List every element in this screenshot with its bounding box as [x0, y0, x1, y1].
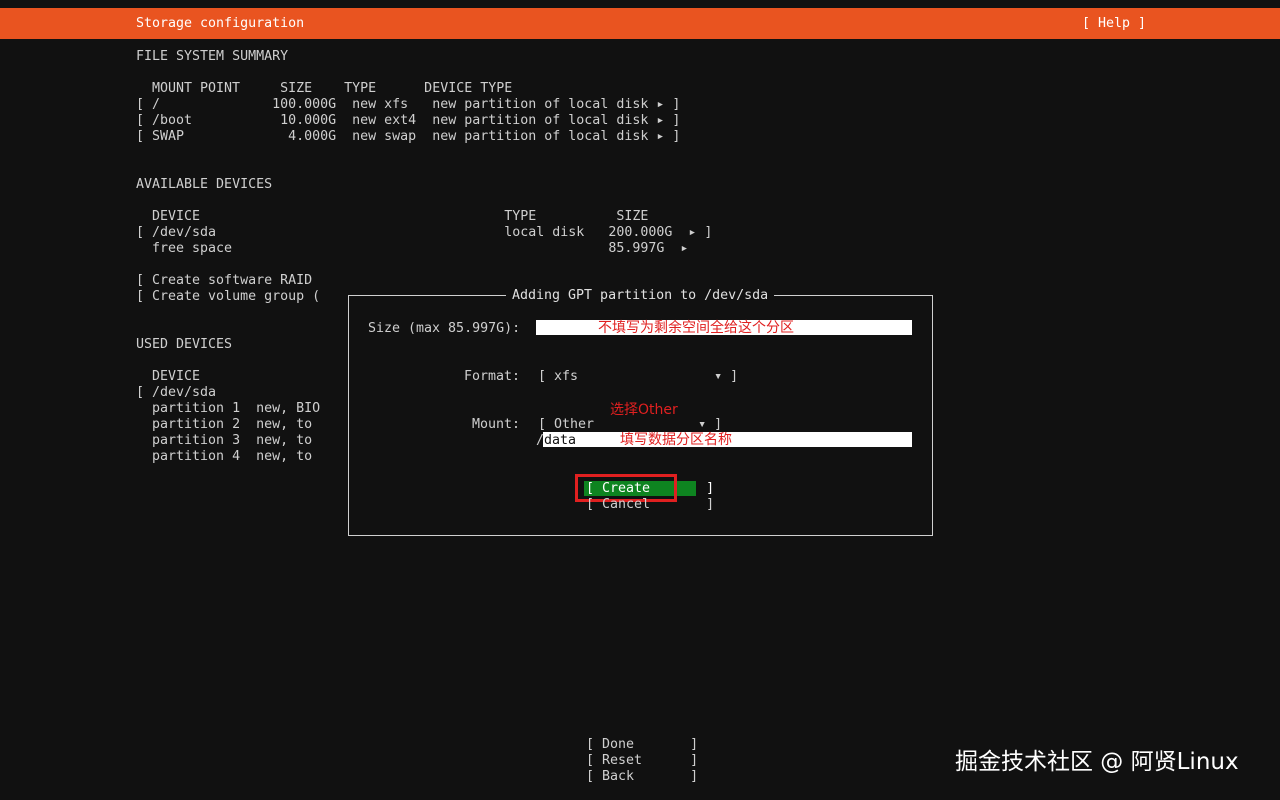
used-row-partition-4[interactable]: partition 4 new, to — [136, 449, 312, 465]
available-columns: DEVICE TYPE SIZE — [152, 209, 649, 224]
watermark: 掘金技术社区 @ 阿贤Linux — [955, 749, 1239, 775]
reset-button[interactable]: [ Reset ] — [586, 753, 698, 769]
available-row-sda[interactable]: [ /dev/sda local disk 200.000G ▸ ] — [136, 225, 712, 241]
available-row-free-space[interactable]: free space 85.997G ▸ — [136, 241, 688, 257]
size-label: Size (max 85.997G): — [368, 321, 521, 336]
mount-annotation: 选择Other — [610, 402, 678, 418]
cancel-button[interactable]: [ Cancel ] — [586, 497, 714, 513]
used-columns: DEVICE — [152, 369, 201, 384]
create-volume-group-button[interactable]: [ Create volume group ( — [136, 289, 320, 305]
used-heading: USED DEVICES — [136, 337, 233, 352]
used-row-partition-2[interactable]: partition 2 new, to — [136, 417, 312, 433]
fs-row-swap[interactable]: [ SWAP 4.000G new swap new partition of … — [136, 129, 680, 145]
format-label: Format: — [464, 369, 521, 384]
used-row-partition-3[interactable]: partition 3 new, to — [136, 433, 312, 449]
used-row-partition-1[interactable]: partition 1 new, BIO — [136, 401, 320, 417]
fs-summary-heading: FILE SYSTEM SUMMARY — [136, 49, 289, 64]
mount-path-value: data — [544, 433, 577, 448]
mount-select[interactable]: [ Other ▾ ] — [538, 417, 722, 433]
fs-summary-columns: MOUNT POINT SIZE TYPE DEVICE TYPE — [152, 81, 513, 96]
fs-row-boot[interactable]: [ /boot 10.000G new ext4 new partition o… — [136, 113, 680, 129]
create-raid-button[interactable]: [ Create software RAID — [136, 273, 312, 289]
available-heading: AVAILABLE DEVICES — [136, 177, 273, 192]
fs-row-root[interactable]: [ / 100.000G new xfs new partition of lo… — [136, 97, 680, 113]
help-button[interactable]: [ Help ] — [1082, 16, 1146, 32]
done-button[interactable]: [ Done ] — [586, 737, 698, 753]
dialog-title: Adding GPT partition to /dev/sda — [506, 288, 775, 304]
mount-label: Mount: — [472, 417, 521, 432]
header-bar: Storage configuration [ Help ] — [0, 8, 1280, 39]
size-annotation: 不填写为剩余空间全给这个分区 — [598, 320, 794, 336]
used-row-sda[interactable]: [ /dev/sda — [136, 385, 216, 401]
back-button[interactable]: [ Back ] — [586, 769, 698, 785]
path-annotation: 填写数据分区名称 — [620, 432, 732, 448]
format-select[interactable]: [ xfs ▾ ] — [538, 369, 738, 385]
page-title: Storage configuration — [136, 16, 305, 31]
